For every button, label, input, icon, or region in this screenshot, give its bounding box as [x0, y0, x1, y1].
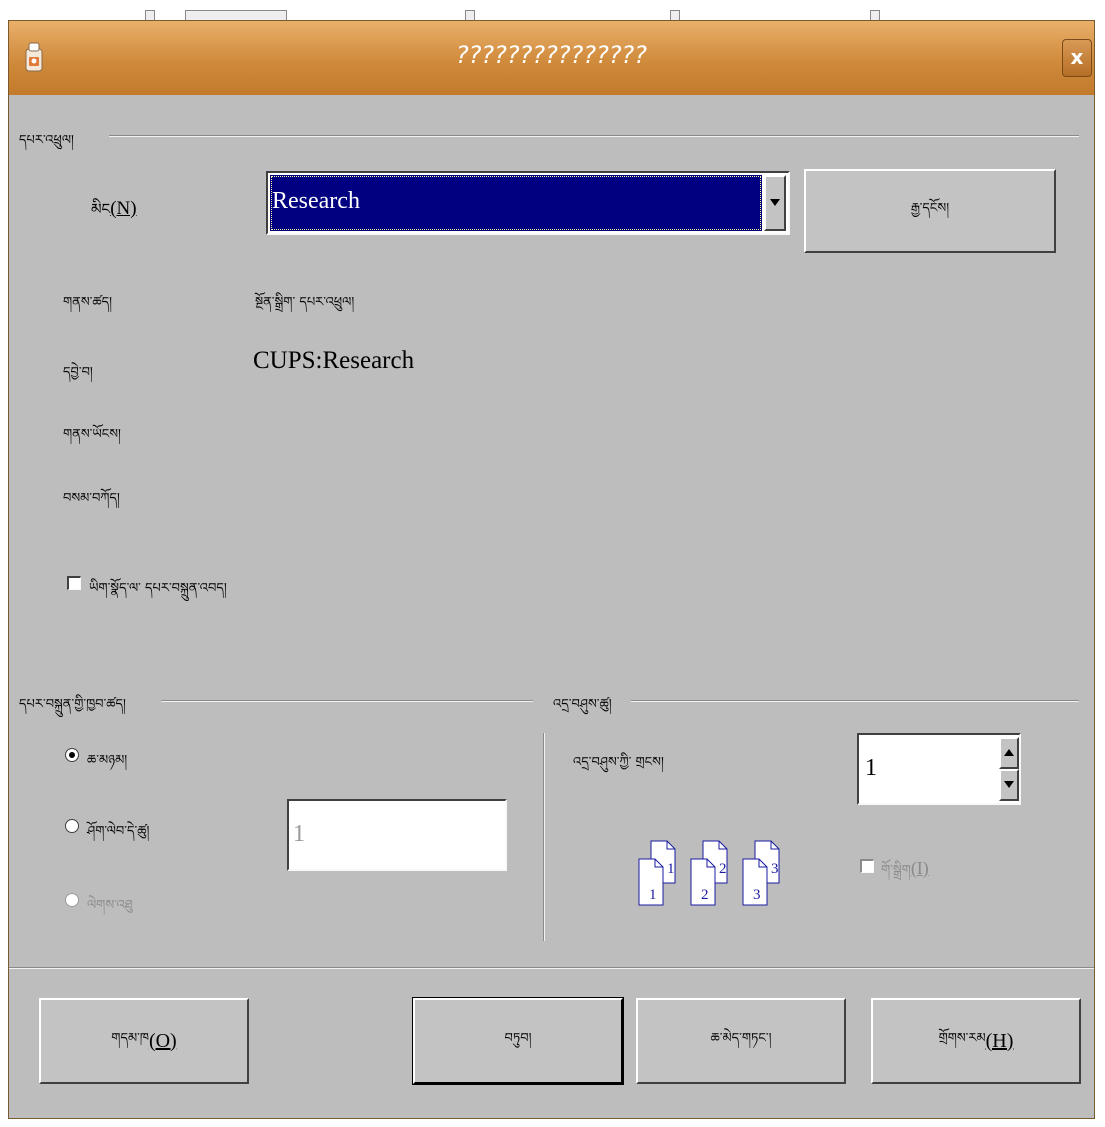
copies-count-value: 1 — [865, 755, 877, 781]
copies-count-spinbox[interactable]: 1 — [857, 733, 1021, 805]
print-to-file-checkbox[interactable] — [67, 576, 81, 590]
options-button[interactable]: གདམ་ཁ (O) — [39, 998, 249, 1084]
printer-name-select[interactable]: Research — [266, 171, 790, 235]
pages-input[interactable]: 1 — [287, 799, 507, 871]
print-range-pages-label[interactable]: ཤོག་ལེབ་དེ་ཚུ། — [87, 816, 149, 853]
page-number: 2 — [719, 861, 727, 877]
print-range-pages-radio[interactable] — [65, 819, 79, 833]
status-label: གནས་ཚད། — [63, 295, 112, 310]
stacked-pages-icon — [742, 840, 780, 906]
arrow-up-icon — [1004, 749, 1014, 756]
page-number: 1 — [667, 861, 675, 877]
status-value: སྔོན་སྒྲིག་ དཔར་འཕྲུལ། — [255, 295, 355, 310]
page-number: 1 — [649, 887, 657, 903]
page-number: 3 — [771, 861, 779, 877]
help-button[interactable]: གྲོགས་རམ (H) — [871, 998, 1081, 1084]
copies-section-label: འདྲ་བཤུས་ཚུ། — [553, 697, 612, 712]
copies-increment-button[interactable] — [999, 737, 1019, 769]
print-range-selection-radio[interactable] — [65, 893, 79, 907]
type-value: CUPS:Research — [253, 347, 415, 374]
pages-input-value: 1 — [293, 821, 305, 847]
location-label: གནས་ཡོངས། — [63, 427, 121, 442]
collate-label[interactable]: གོ་སྒྲིག(I) — [881, 855, 929, 892]
close-button[interactable]: x — [1062, 39, 1092, 77]
type-label: དབྱེ་བ། — [63, 365, 93, 380]
title-bar: ??????????????? x — [9, 21, 1094, 95]
page-number: 2 — [701, 887, 709, 903]
copies-section-divider — [631, 700, 1079, 702]
comment-label: བསམ་བཀོད། — [63, 491, 120, 506]
printer-dropdown-button[interactable] — [764, 175, 786, 231]
printer-name-selection: Research — [270, 175, 762, 231]
copies-vertical-divider — [543, 733, 545, 941]
arrow-down-icon — [1004, 781, 1014, 788]
stacked-pages-icon — [690, 840, 728, 906]
copies-decrement-button[interactable] — [999, 769, 1019, 801]
page-number: 3 — [753, 887, 761, 903]
printer-section-divider — [109, 135, 1079, 137]
collate-checkbox[interactable] — [860, 859, 874, 873]
collate-preview: 1 1 2 2 3 3 — [637, 839, 789, 911]
printer-name-value: Research — [272, 188, 360, 214]
print-range-divider — [161, 700, 533, 702]
print-range-all-radio[interactable] — [65, 748, 79, 762]
button-bar-divider — [9, 967, 1094, 969]
print-range-all-label[interactable]: ཆ་མཉམ། — [87, 745, 127, 782]
printer-section-label: དཔར་འཕྲུལ། — [19, 133, 74, 148]
background-window-strip — [0, 0, 1105, 22]
stacked-pages-icon — [638, 840, 676, 906]
cancel-button[interactable]: ཆ་མེད་གཏང་། — [636, 998, 846, 1084]
print-range-section-label: དཔར་བསྐྲུན་གྱི་ཁྱབ་ཚད། — [19, 697, 126, 712]
printer-properties-button[interactable]: རྒྱ་དངོས། — [804, 169, 1056, 253]
print-dialog: ??????????????? x དཔར་འཕྲུལ། མིང(N) Rese… — [8, 20, 1095, 1119]
chevron-down-icon — [770, 199, 780, 206]
copies-count-label: འདྲ་བཤུས་ཀྱི་ གྲངས། — [573, 755, 664, 770]
close-icon: x — [1070, 45, 1084, 69]
print-to-file-label[interactable]: ཡིག་སྣོད་ལ་ དཔར་བསྐྲུན་འབད། — [89, 573, 227, 610]
window-title: ??????????????? — [455, 41, 648, 69]
printer-name-label: མིང(N) — [91, 198, 137, 219]
ok-button[interactable]: བཏུབ། — [412, 997, 624, 1085]
print-range-selection-label[interactable]: ལེགས་འཐུ — [87, 890, 133, 927]
